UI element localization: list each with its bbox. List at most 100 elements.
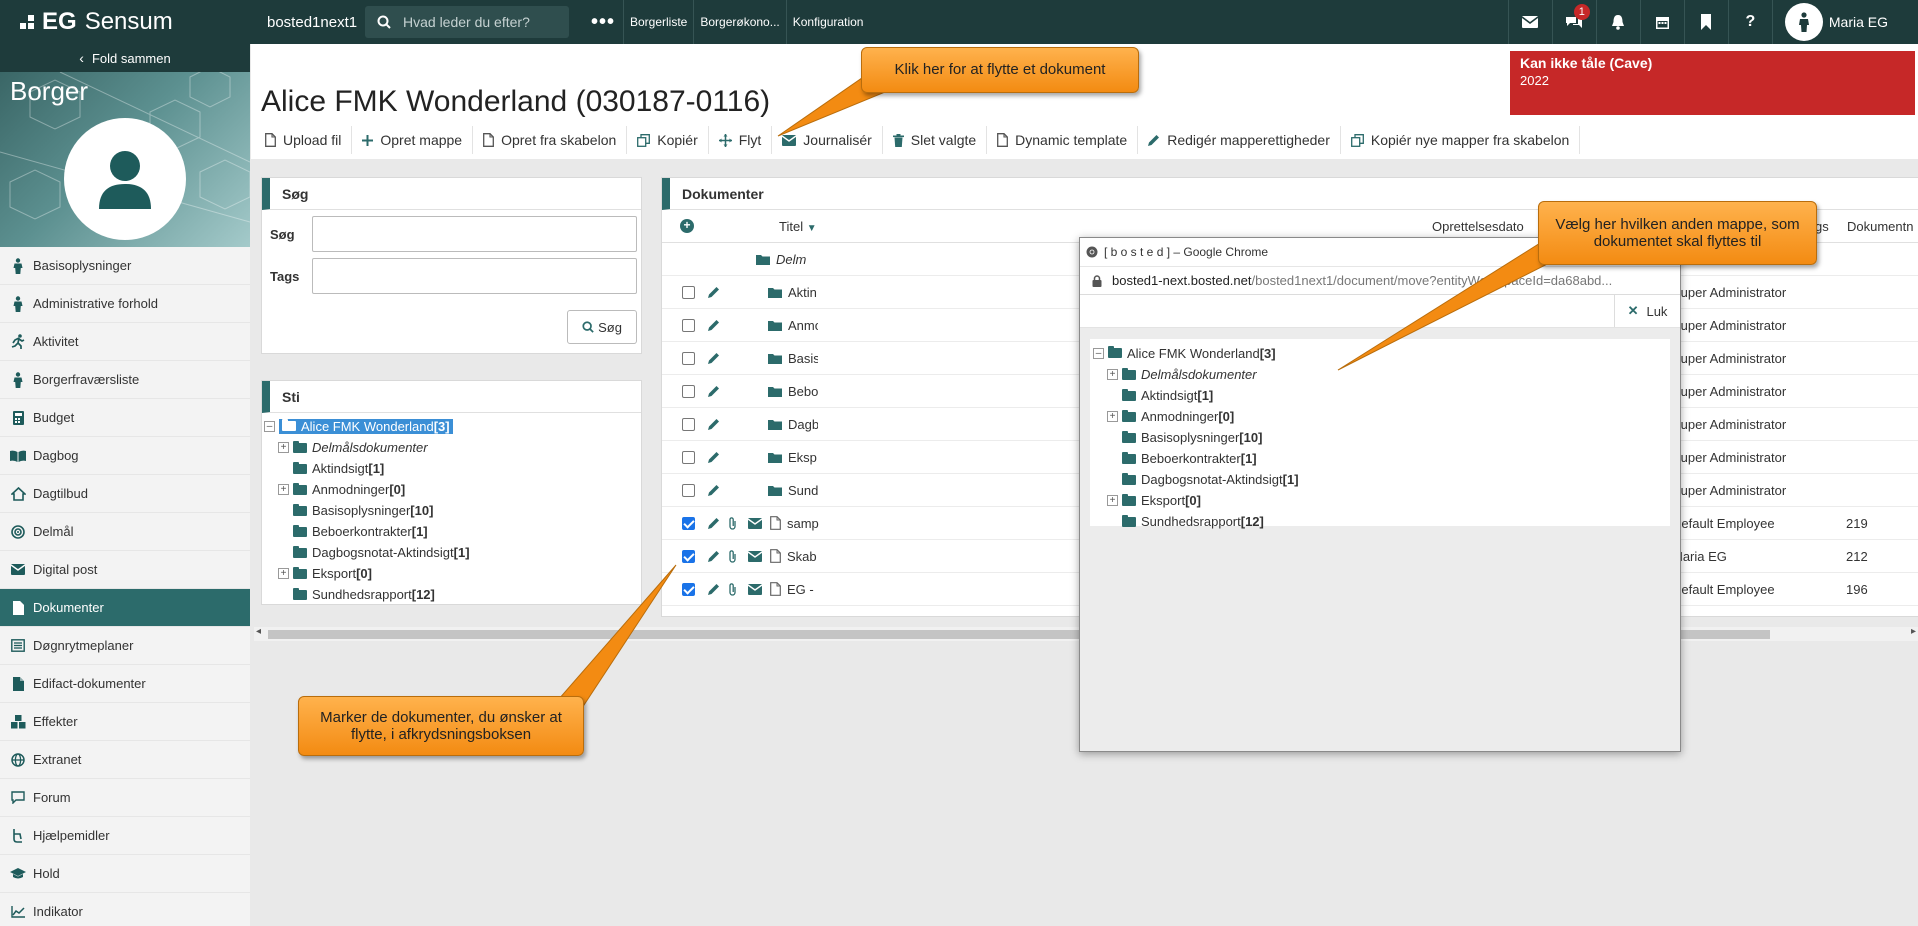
tree-folder[interactable]: + Eksport [0] bbox=[264, 563, 641, 584]
nav-borgerokonomi[interactable]: Borgerøkono... bbox=[693, 0, 785, 44]
row-title[interactable]: Skab bbox=[787, 549, 817, 564]
tree-folder[interactable]: Dagbogsnotat-Aktindsigt [1] bbox=[264, 542, 641, 563]
expand-icon[interactable]: + bbox=[278, 568, 289, 579]
row-checkbox[interactable] bbox=[682, 318, 695, 332]
tree-folder[interactable]: Beboerkontrakter [1] bbox=[1093, 448, 1670, 469]
row-title[interactable]: Aktin bbox=[788, 285, 817, 300]
column-header-tags[interactable]: gs bbox=[1815, 219, 1829, 234]
tree-folder[interactable]: + Anmodninger [0] bbox=[264, 479, 641, 500]
sidebar-item-aktivitet[interactable]: Aktivitet bbox=[0, 323, 250, 361]
popup-address-bar[interactable]: bosted1-next.bosted.net/bosted1next1/doc… bbox=[1080, 267, 1680, 295]
row-title[interactable]: Sund bbox=[788, 483, 818, 498]
column-header-created[interactable]: Oprettelsesdato bbox=[1432, 219, 1524, 234]
global-search[interactable]: Hvad leder du efter? bbox=[365, 6, 569, 38]
toolbar-upload-fil-button[interactable]: Upload fil bbox=[255, 126, 353, 154]
tree-folder[interactable]: + Eksport [0] bbox=[1093, 490, 1670, 511]
bookmarks-button[interactable] bbox=[1683, 0, 1728, 44]
collapse-icon[interactable]: – bbox=[264, 421, 275, 432]
toolbar-kopiér-nye-mapper-fra-skabelon-button[interactable]: Kopiér nye mapper fra skabelon bbox=[1340, 126, 1581, 154]
column-header-docnr[interactable]: Dokumentn bbox=[1847, 219, 1913, 234]
pencil-icon[interactable] bbox=[708, 418, 720, 430]
sidebar-item-dagtilbud[interactable]: Dagtilbud bbox=[0, 475, 250, 513]
row-checkbox[interactable] bbox=[682, 417, 695, 431]
close-button[interactable]: ✕ Luk bbox=[1614, 295, 1680, 327]
row-title[interactable]: samp bbox=[787, 516, 819, 531]
help-button[interactable]: ? bbox=[1727, 0, 1772, 44]
pencil-icon[interactable] bbox=[708, 451, 720, 463]
pencil-icon[interactable] bbox=[708, 352, 720, 364]
tree-folder[interactable]: + Delmålsdokumenter bbox=[264, 437, 641, 458]
calendar-button[interactable] bbox=[1639, 0, 1684, 44]
sidebar-item-borgerfraværsliste[interactable]: Borgerfraværsliste bbox=[0, 361, 250, 399]
cave-alert[interactable]: Kan ikke tåle (Cave) 2022 bbox=[1510, 51, 1915, 115]
search-field[interactable] bbox=[312, 216, 637, 252]
row-checkbox[interactable] bbox=[682, 450, 695, 464]
app-logo[interactable]: EG Sensum bbox=[0, 8, 250, 36]
tags-field[interactable] bbox=[312, 258, 637, 294]
sidebar-item-digital-post[interactable]: Digital post bbox=[0, 551, 250, 589]
sidebar-item-administrative-forhold[interactable]: Administrative forhold bbox=[0, 285, 250, 323]
sidebar-item-hjælpemidler[interactable]: Hjælpemidler bbox=[0, 817, 250, 855]
attachment-icon[interactable] bbox=[728, 516, 742, 530]
toolbar-kopiér-button[interactable]: Kopiér bbox=[627, 126, 709, 154]
row-title[interactable]: Eksp bbox=[788, 450, 817, 465]
tree-root[interactable]: – Alice FMK Wonderland[3] bbox=[1093, 343, 1670, 364]
sidebar-item-indikator[interactable]: Indikator bbox=[0, 893, 250, 926]
envelope-icon[interactable] bbox=[748, 550, 762, 562]
sidebar-item-extranet[interactable]: Extranet bbox=[0, 741, 250, 779]
search-button[interactable]: Søg bbox=[567, 310, 637, 344]
sidebar-item-dokumenter[interactable]: Dokumenter bbox=[0, 589, 250, 627]
pencil-icon[interactable] bbox=[708, 286, 720, 298]
pencil-icon[interactable] bbox=[708, 319, 720, 331]
column-header-title[interactable]: Titel ▼ bbox=[779, 219, 817, 234]
row-checkbox[interactable] bbox=[682, 351, 695, 365]
tree-folder[interactable]: Aktindsigt [1] bbox=[1093, 385, 1670, 406]
tree-root-label[interactable]: Alice FMK Wonderland[3] bbox=[1108, 346, 1276, 361]
pencil-icon[interactable] bbox=[708, 484, 720, 496]
attachment-icon[interactable] bbox=[728, 582, 742, 596]
sidebar-item-effekter[interactable]: Effekter bbox=[0, 703, 250, 741]
row-checkbox[interactable] bbox=[682, 285, 695, 299]
tree-folder[interactable]: Aktindsigt [1] bbox=[264, 458, 641, 479]
sidebar-item-basisoplysninger[interactable]: Basisoplysninger bbox=[0, 247, 250, 285]
expand-icon[interactable]: + bbox=[1107, 369, 1118, 380]
nav-borgerliste[interactable]: Borgerliste bbox=[623, 0, 693, 44]
more-menu-button[interactable]: ••• bbox=[583, 11, 623, 34]
row-title[interactable]: Dagb bbox=[788, 417, 818, 432]
pencil-icon[interactable] bbox=[708, 517, 720, 529]
tree-folder[interactable]: Basisoplysninger [10] bbox=[1093, 427, 1670, 448]
tree-folder[interactable]: Basisoplysninger [10] bbox=[264, 500, 641, 521]
envelope-icon[interactable] bbox=[748, 583, 762, 595]
row-title[interactable]: Delm bbox=[776, 252, 806, 267]
tree-root-label[interactable]: Alice FMK Wonderland[3] bbox=[279, 419, 453, 434]
expand-icon[interactable]: + bbox=[278, 442, 289, 453]
sidebar-item-døgnrytmeplaner[interactable]: Døgnrytmeplaner bbox=[0, 627, 250, 665]
row-title[interactable]: EG - bbox=[787, 582, 814, 597]
expand-icon[interactable]: + bbox=[1107, 495, 1118, 506]
nav-konfiguration[interactable]: Konfiguration bbox=[785, 0, 870, 44]
user-menu[interactable]: Maria EG bbox=[1771, 0, 1918, 44]
sidebar-item-delmål[interactable]: Delmål bbox=[0, 513, 250, 551]
collapse-icon[interactable]: – bbox=[1093, 348, 1104, 359]
sidebar-item-edifact-dokumenter[interactable]: Edifact-dokumenter bbox=[0, 665, 250, 703]
toolbar-opret-fra-skabelon-button[interactable]: Opret fra skabelon bbox=[473, 126, 628, 154]
tree-folder[interactable]: Sundhedsrapport [12] bbox=[1093, 511, 1670, 532]
notifications-button[interactable] bbox=[1595, 0, 1640, 44]
row-checkbox[interactable] bbox=[682, 582, 695, 596]
toolbar-slet-valgte-button[interactable]: Slet valgte bbox=[882, 126, 988, 154]
envelope-icon[interactable] bbox=[748, 517, 762, 529]
row-title[interactable]: Anmo bbox=[788, 318, 818, 333]
mail-button[interactable] bbox=[1507, 0, 1552, 44]
row-checkbox[interactable] bbox=[682, 384, 695, 398]
pencil-icon[interactable] bbox=[708, 550, 720, 562]
row-title[interactable]: Bebo bbox=[788, 384, 818, 399]
sidebar-item-forum[interactable]: Forum bbox=[0, 779, 250, 817]
sidebar-item-budget[interactable]: Budget bbox=[0, 399, 250, 437]
toolbar-dynamic-template-button[interactable]: Dynamic template bbox=[987, 126, 1139, 154]
toolbar-opret-mappe-button[interactable]: Opret mappe bbox=[352, 126, 474, 154]
scroll-right-icon[interactable]: ▸ bbox=[1911, 626, 1916, 637]
attachment-icon[interactable] bbox=[728, 549, 742, 563]
scroll-left-icon[interactable]: ◂ bbox=[256, 626, 261, 637]
expand-icon[interactable]: + bbox=[1107, 411, 1118, 422]
tree-folder[interactable]: Dagbogsnotat-Aktindsigt [1] bbox=[1093, 469, 1670, 490]
